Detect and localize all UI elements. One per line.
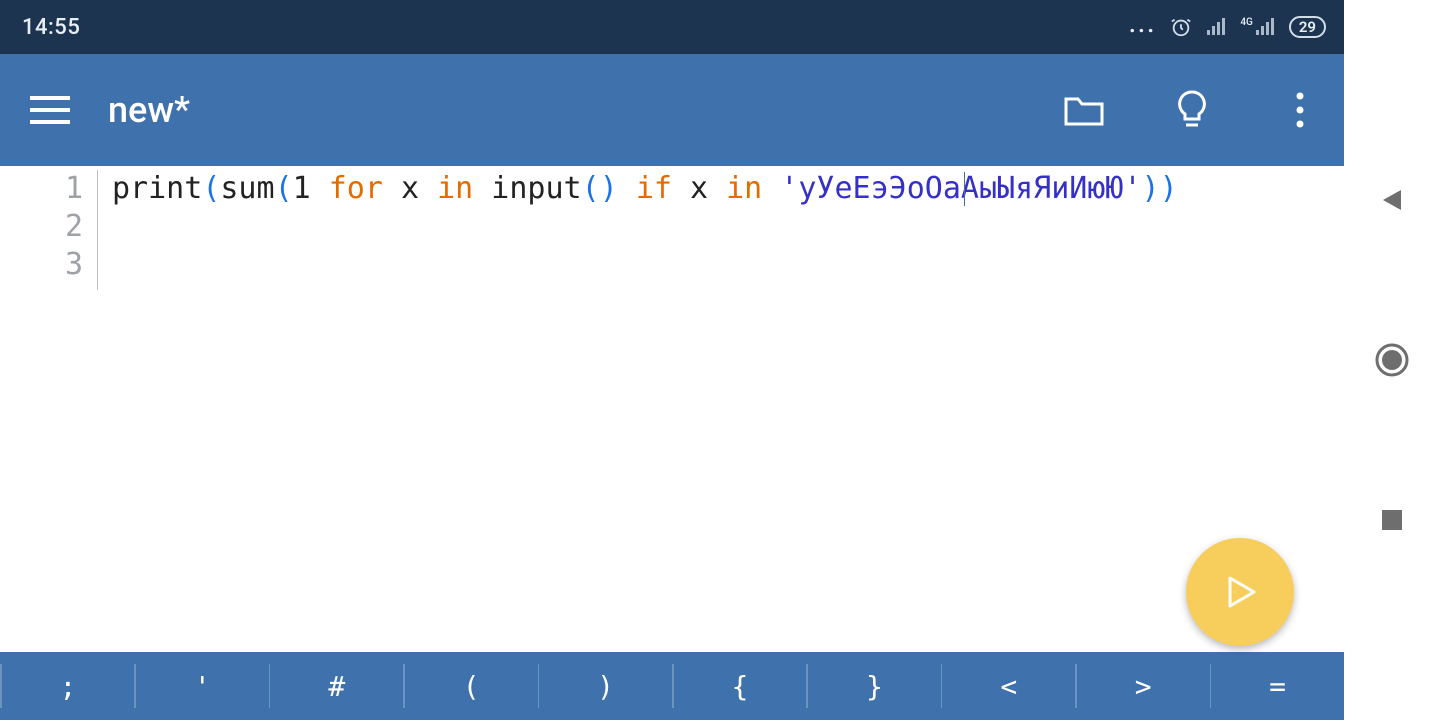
alarm-icon [1170,16,1192,38]
symbol-key[interactable]: ' [136,652,269,720]
symbol-key[interactable]: ) [539,652,672,720]
bulb-icon[interactable] [1166,84,1218,136]
signal-icon [1206,18,1226,36]
nav-back-icon[interactable] [1372,180,1412,220]
code-line[interactable] [112,208,1344,246]
symbol-key[interactable]: } [808,652,941,720]
symbol-bar: ; ' # ( ) { } < > = [0,652,1344,720]
code-area[interactable]: print(sum(1 for x in input() if x in 'уУ… [98,170,1344,652]
run-button[interactable] [1186,538,1294,646]
folder-icon[interactable] [1058,84,1110,136]
line-number: 3 [0,246,83,284]
signal-4g-icon: 4G [1240,18,1275,36]
text-caret [964,172,965,206]
code-line[interactable] [112,246,1344,284]
status-bar: 14:55 ... 4G 29 [0,0,1344,54]
line-gutter: 1 2 3 [0,170,98,290]
symbol-key[interactable]: = [1211,652,1344,720]
symbol-key[interactable]: ; [2,652,135,720]
app-toolbar: new* [0,54,1344,166]
status-icons: ... 4G 29 [1129,16,1326,38]
code-line[interactable]: print(sum(1 for x in input() if x in 'уУ… [112,170,1344,208]
menu-icon[interactable] [28,88,72,132]
symbol-key[interactable]: # [270,652,403,720]
nav-recents-icon[interactable] [1372,500,1412,540]
symbol-key[interactable]: < [942,652,1075,720]
status-time: 14:55 [22,15,80,40]
nav-home-icon[interactable] [1372,340,1412,380]
battery-indicator: 29 [1289,16,1326,38]
file-title: new* [108,89,190,131]
overflow-menu-icon[interactable] [1274,84,1326,136]
symbol-key[interactable]: { [674,652,807,720]
symbol-key[interactable]: > [1077,652,1210,720]
line-number: 2 [0,208,83,246]
line-number: 1 [0,170,83,208]
system-nav [1344,0,1440,720]
more-dots-icon: ... [1129,20,1157,34]
symbol-key[interactable]: ( [405,652,538,720]
code-editor[interactable]: 1 2 3 print(sum(1 for x in input() if x … [0,166,1344,652]
